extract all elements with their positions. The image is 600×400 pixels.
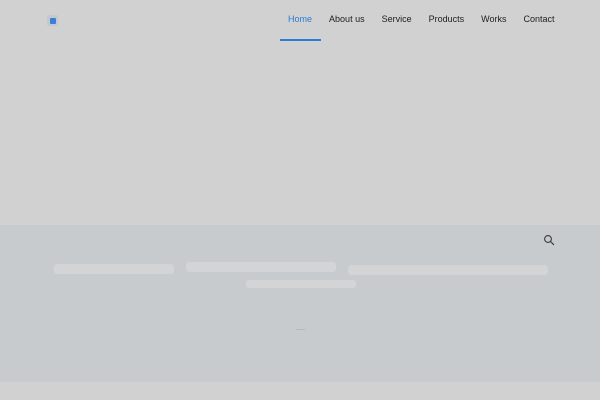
footer-strip (0, 382, 600, 400)
logo-mark (49, 17, 56, 24)
main-nav: Home About us Service Products Works Con… (279, 0, 563, 42)
faded-banner-graphic (46, 256, 554, 296)
site-header: Home About us Service Products Works Con… (0, 0, 600, 42)
nav-item-home[interactable]: Home (279, 0, 321, 42)
nav-item-works[interactable]: Works (473, 0, 515, 42)
logo-icon[interactable] (47, 15, 58, 26)
divider (296, 329, 305, 330)
nav-item-about-us[interactable]: About us (321, 0, 374, 42)
faded-bar (348, 265, 548, 275)
nav-item-contact[interactable]: Contact (515, 0, 563, 42)
content-band (0, 225, 600, 382)
faded-bar (54, 264, 174, 274)
search-icon[interactable] (543, 233, 555, 246)
nav-item-products[interactable]: Products (420, 0, 473, 42)
faded-bar (186, 262, 336, 272)
faded-bar (246, 280, 356, 288)
nav-item-service[interactable]: Service (373, 0, 420, 42)
